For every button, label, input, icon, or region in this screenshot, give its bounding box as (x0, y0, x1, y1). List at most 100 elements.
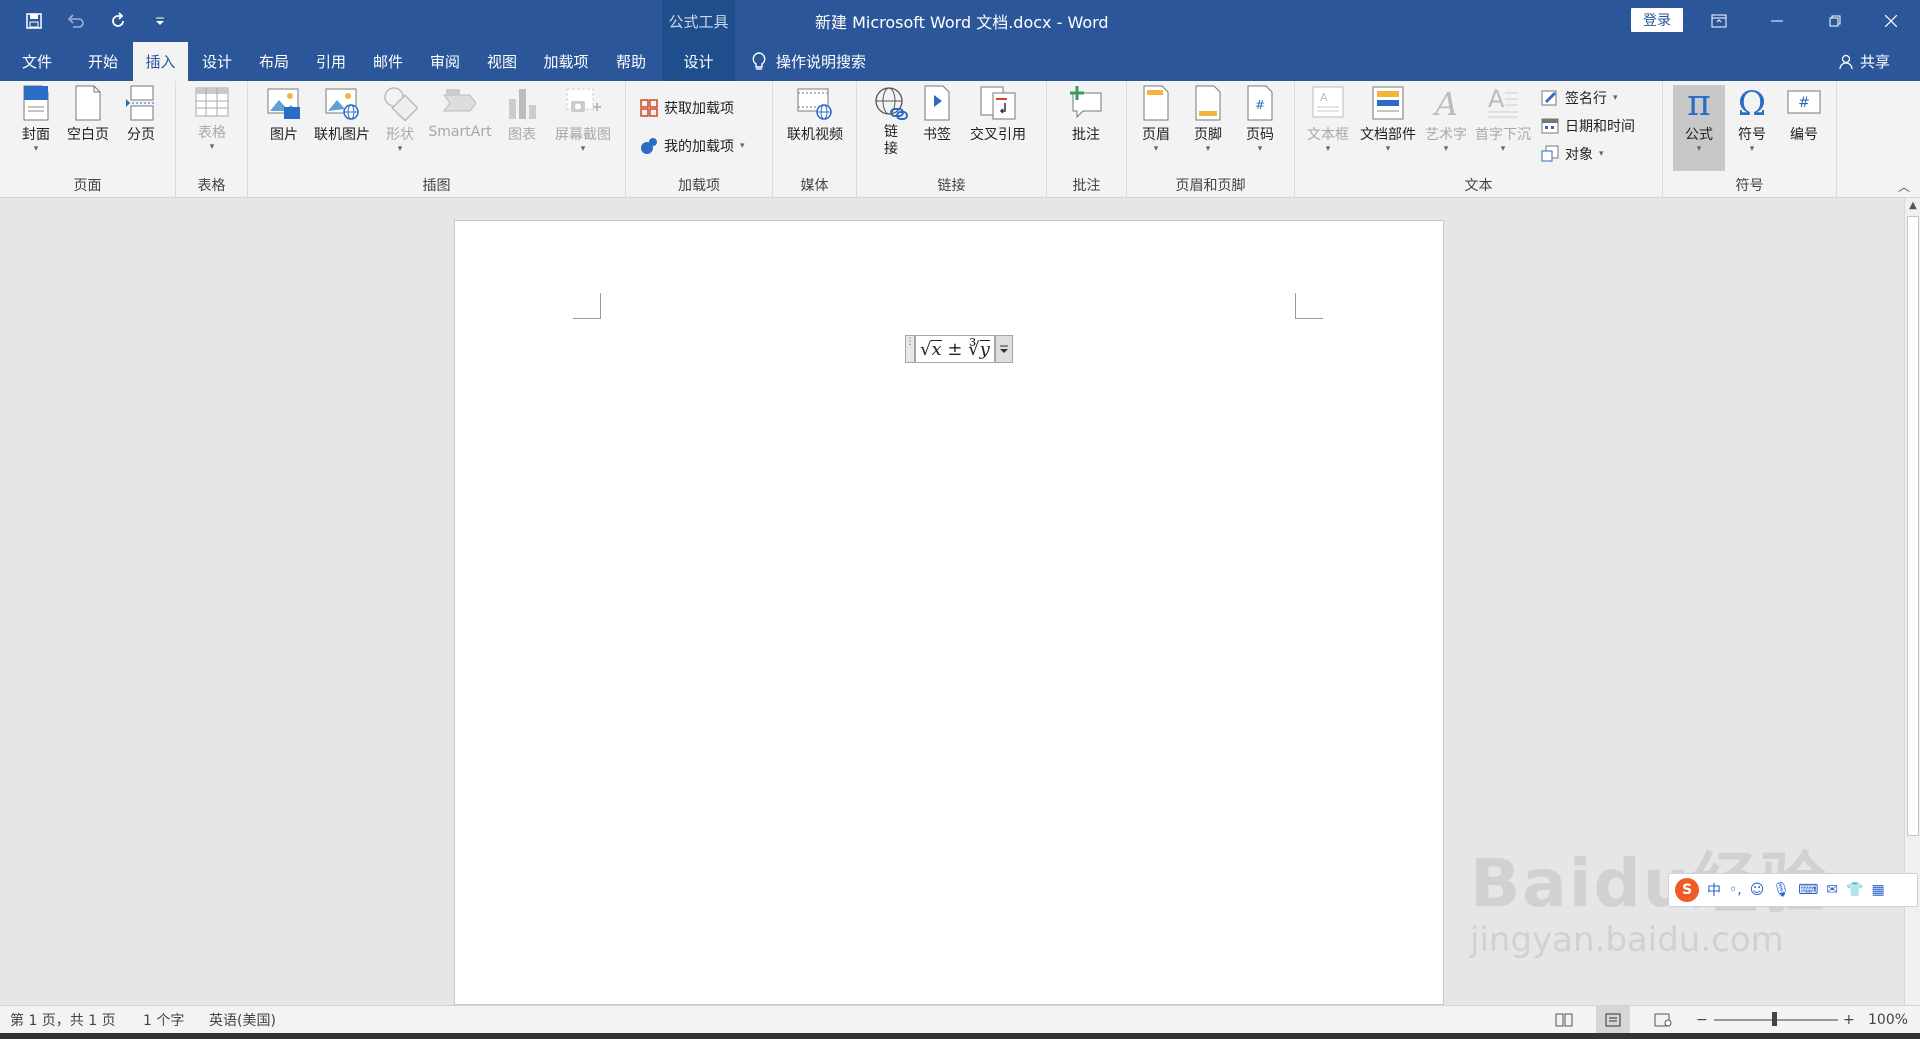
page-number-button[interactable]: # 页码 ▾ (1237, 85, 1283, 154)
drop-cap-label: 首字下沉 (1475, 127, 1531, 143)
picture-button[interactable]: 图片 (262, 85, 306, 144)
tab-view[interactable]: 视图 (478, 42, 526, 81)
minimize-icon[interactable] (1748, 0, 1806, 42)
new-comment-button[interactable]: 批注 (1061, 85, 1111, 144)
wordart-button[interactable]: A 艺术字 ▾ (1423, 85, 1469, 154)
equation-object[interactable]: ⋮ √ x ± ∛ y (905, 335, 1013, 363)
online-video-button[interactable]: 联机视频 (781, 85, 849, 144)
plus-minus-symbol: ± (941, 338, 969, 360)
number-button[interactable]: # 编号 (1781, 85, 1827, 144)
quick-parts-button[interactable]: 文档部件 ▾ (1355, 85, 1421, 154)
collapse-ribbon-icon[interactable]: ︿ (1898, 178, 1910, 195)
zoom-slider-thumb[interactable] (1772, 1012, 1777, 1026)
text-box-button[interactable]: A 文本框 ▾ (1303, 85, 1353, 154)
share-button[interactable]: 共享 (1838, 42, 1890, 81)
tab-review[interactable]: 审阅 (421, 42, 469, 81)
blank-page-button[interactable]: 空白页 (62, 85, 114, 144)
date-time-button[interactable]: 日期和时间 (1541, 113, 1635, 139)
redo-icon[interactable] (104, 8, 132, 34)
page-break-button[interactable]: 分页 (118, 85, 164, 144)
smartart-button[interactable]: SmartArt (424, 85, 496, 140)
equation-content[interactable]: √ x ± ∛ y (915, 335, 995, 363)
print-layout-icon[interactable] (1596, 1006, 1630, 1034)
close-icon[interactable] (1862, 0, 1920, 42)
tab-help[interactable]: 帮助 (606, 42, 656, 81)
ime-punctuation-icon[interactable]: ◦, (1729, 882, 1742, 898)
equation-drag-handle[interactable]: ⋮ (905, 335, 915, 363)
tab-addins[interactable]: 加载项 (535, 42, 597, 81)
group-comments: 批注 批注 (1047, 81, 1127, 198)
table-button[interactable]: 表格 ▾ (190, 85, 234, 152)
title-bar: 公式工具 新建 Microsoft Word 文档.docx - Word 登录 (0, 0, 1920, 42)
tab-equation-design[interactable]: 设计 (662, 42, 735, 81)
tab-references[interactable]: 引用 (307, 42, 355, 81)
status-page-count[interactable]: 第 1 页，共 1 页 (10, 1006, 116, 1034)
tell-me-search[interactable]: 操作说明搜索 (752, 42, 866, 81)
picture-label: 图片 (270, 127, 298, 143)
ime-tools-icon[interactable]: ✉ (1826, 882, 1838, 898)
equation-button[interactable]: π 公式 ▾ (1673, 85, 1725, 171)
tab-home[interactable]: 开始 (78, 42, 128, 81)
chart-icon (509, 89, 536, 119)
signature-line-button[interactable]: 签名行 ▾ (1541, 85, 1618, 111)
cover-page-label: 封面 (22, 127, 50, 143)
ime-keyboard-icon[interactable]: ⌨ (1798, 882, 1818, 898)
symbol-button[interactable]: Ω 符号 ▾ (1729, 85, 1775, 154)
ime-emoji-icon[interactable]: ☺ (1750, 882, 1765, 898)
zoom-in-icon[interactable]: + (1843, 1006, 1855, 1034)
my-addins-button[interactable]: 我的加载项 ▾ (640, 133, 745, 159)
page-break-label: 分页 (127, 127, 155, 143)
scroll-up-arrow-icon[interactable]: ▲ (1905, 200, 1920, 211)
ribbon-tab-bar: 文件 开始 插入 设计 布局 引用 邮件 审阅 视图 加载项 帮助 设计 操作说… (0, 42, 1920, 81)
ime-menu-icon[interactable]: ▦ (1872, 882, 1885, 898)
status-bar: 第 1 页，共 1 页 1 个字 英语(美国) − + 100% (0, 1005, 1920, 1034)
bookmark-button[interactable]: 书签 (915, 85, 959, 144)
screenshot-button[interactable]: 屏幕截图 ▾ (548, 85, 618, 154)
login-button[interactable]: 登录 (1631, 8, 1683, 32)
ime-skin-icon[interactable]: 👕 (1846, 882, 1863, 898)
get-addins-button[interactable]: 获取加载项 (640, 95, 734, 121)
header-button[interactable]: 页眉 ▾ (1133, 85, 1179, 154)
tab-mailings[interactable]: 邮件 (364, 42, 412, 81)
scroll-thumb[interactable] (1907, 216, 1919, 836)
link-button[interactable]: 链 接 (871, 85, 911, 158)
customize-qat-icon[interactable] (146, 8, 174, 34)
chart-button[interactable]: 图表 (500, 85, 544, 144)
signature-line-label: 签名行 (1565, 91, 1607, 107)
tab-file[interactable]: 文件 (10, 42, 64, 81)
web-layout-icon[interactable] (1654, 1006, 1672, 1034)
object-button[interactable]: 对象 ▾ (1541, 141, 1604, 167)
shapes-button[interactable]: 形状 ▾ (378, 85, 422, 154)
online-picture-button[interactable]: 联机图片 (310, 85, 374, 144)
cover-page-button[interactable]: 封面 ▾ (14, 85, 58, 154)
document-page[interactable]: ⋮ √ x ± ∛ y (454, 220, 1444, 1005)
store-icon (640, 99, 658, 117)
ime-mode-toggle[interactable]: 中 (1707, 880, 1721, 900)
tell-me-label: 操作说明搜索 (776, 53, 867, 71)
link-label: 链 接 (884, 124, 898, 157)
shapes-icon (384, 87, 418, 121)
tab-layout[interactable]: 布局 (250, 42, 298, 81)
document-area: ⋮ √ x ± ∛ y (0, 198, 1904, 1005)
save-icon[interactable] (20, 8, 48, 34)
tab-insert[interactable]: 插入 (133, 42, 188, 81)
equation-options-dropdown[interactable] (994, 335, 1013, 363)
sogou-logo-icon[interactable]: S (1675, 878, 1699, 902)
ribbon-display-options-icon[interactable] (1690, 0, 1748, 42)
cross-reference-icon (980, 86, 1016, 120)
read-mode-icon[interactable] (1555, 1006, 1573, 1034)
ime-voice-icon[interactable]: 🎙 (1772, 882, 1790, 898)
bookmark-label: 书签 (923, 127, 951, 143)
zoom-out-icon[interactable]: − (1696, 1006, 1708, 1034)
status-language[interactable]: 英语(美国) (209, 1006, 276, 1034)
footer-button[interactable]: 页脚 ▾ (1185, 85, 1231, 154)
tab-design[interactable]: 设计 (193, 42, 241, 81)
undo-icon[interactable] (62, 8, 90, 34)
quick-access-toolbar (20, 8, 174, 34)
drop-cap-button[interactable]: A 首字下沉 ▾ (1471, 85, 1535, 154)
my-addins-icon (641, 138, 657, 154)
zoom-level[interactable]: 100% (1868, 1006, 1908, 1034)
restore-icon[interactable] (1806, 0, 1864, 42)
cross-reference-button[interactable]: 交叉引用 (961, 85, 1035, 144)
status-word-count[interactable]: 1 个字 (143, 1006, 184, 1034)
